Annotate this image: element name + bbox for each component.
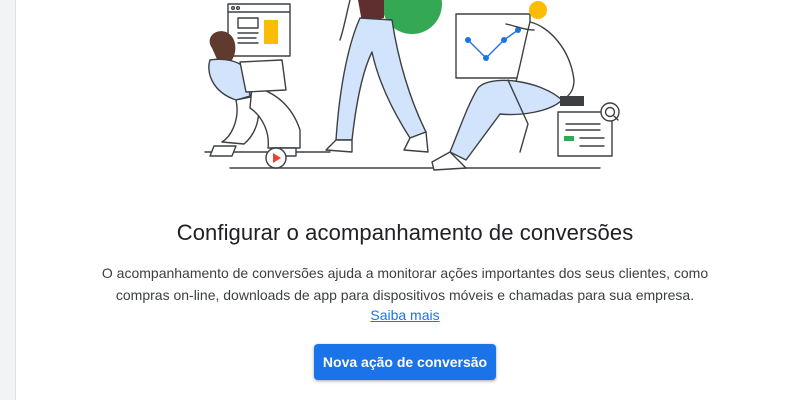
- empty-state-title: Configurar o acompanhamento de conversõe…: [176, 220, 634, 245]
- search-icon: [600, 102, 620, 122]
- webpage-icon: [227, 3, 291, 57]
- play-icon: [265, 147, 287, 169]
- empty-state-description: O acompanhamento de conversões ajuda a m…: [101, 265, 709, 303]
- floor-lines: [204, 151, 601, 169]
- conversion-empty-state: Configurar o acompanhamento de conversõe…: [15, 218, 795, 380]
- learn-more-link[interactable]: Saiba mais: [370, 305, 439, 325]
- conversion-illustration: [204, 0, 620, 171]
- new-conversion-action-button[interactable]: Nova ação de conversão: [313, 344, 497, 380]
- walking-person-figure: [325, 0, 442, 153]
- left-rail: [0, 0, 16, 400]
- conversions-page: Configurar o acompanhamento de conversõe…: [0, 0, 795, 400]
